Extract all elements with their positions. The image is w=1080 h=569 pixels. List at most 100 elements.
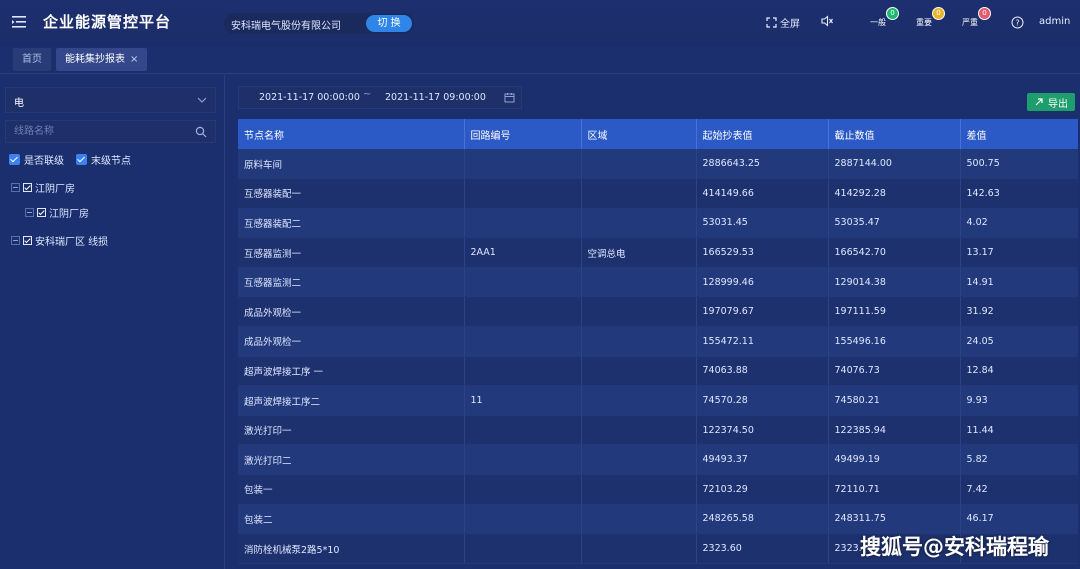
table-cell: 互感器监测二 bbox=[238, 267, 465, 298]
date-range-picker[interactable]: 2021-11-17 00:00:00 ~ 2021-11-17 09:00:0… bbox=[238, 86, 522, 109]
tree-checkbox-icon[interactable] bbox=[23, 236, 32, 245]
table-cell bbox=[581, 178, 697, 209]
table-cell bbox=[581, 326, 697, 357]
table-cell: 414149.66 bbox=[696, 178, 829, 209]
tree-checkbox-icon[interactable] bbox=[23, 183, 32, 192]
table-cell: 2AA1 bbox=[464, 237, 582, 268]
leaf-node-checkbox[interactable]: 末级节点 bbox=[76, 152, 131, 167]
tab-home[interactable]: 首页 bbox=[13, 48, 51, 71]
table-row[interactable]: 超声波焊接工序二 11 74570.28 74580.21 9.93 bbox=[238, 385, 1078, 416]
top-header: 企业能源管控平台 安科瑞电气股份有限公司 切 换 全屏 一般 0 重要 0 严重… bbox=[0, 0, 1080, 46]
table-cell bbox=[464, 474, 582, 505]
search-icon[interactable] bbox=[195, 126, 207, 138]
tree-checkbox-icon[interactable] bbox=[37, 208, 46, 217]
table-row[interactable]: 包装一 72103.29 72110.71 7.42 bbox=[238, 474, 1078, 505]
energy-type-select[interactable]: 电 bbox=[5, 87, 216, 113]
help-icon[interactable]: ? bbox=[1011, 16, 1024, 29]
table-row[interactable]: 互感器监测一 2AA1 空调总电 166529.53 166542.70 13.17 bbox=[238, 237, 1078, 268]
table-row[interactable]: 超声波焊接工序 一 74063.88 74076.73 12.84 bbox=[238, 356, 1078, 387]
tree-expand-icon[interactable] bbox=[25, 208, 34, 217]
alarm-general-count: 0 bbox=[886, 7, 899, 20]
table-row[interactable]: 包装二 248265.58 248311.75 46.17 bbox=[238, 504, 1078, 535]
table-cell: 互感器装配一 bbox=[238, 178, 465, 209]
table-row[interactable]: 激光打印二 49493.37 49499.19 5.82 bbox=[238, 444, 1078, 476]
app-title: 企业能源管控平台 bbox=[43, 13, 172, 31]
table-row[interactable]: 互感器监测二 128999.46 129014.38 14.91 bbox=[238, 267, 1078, 298]
table-cell: 129014.38 bbox=[828, 267, 961, 298]
table-cell bbox=[581, 356, 697, 387]
export-button[interactable]: 导出 bbox=[1027, 93, 1075, 111]
table-cell: 74063.88 bbox=[696, 356, 829, 387]
line-search-input[interactable] bbox=[6, 121, 186, 142]
tree-expand-icon[interactable] bbox=[11, 236, 20, 245]
table-cell: 包装二 bbox=[238, 504, 465, 535]
column-header[interactable]: 截止数值 bbox=[828, 119, 961, 149]
table-row[interactable]: 互感器装配一 414149.66 414292.28 142.63 bbox=[238, 178, 1078, 209]
table-cell bbox=[581, 474, 697, 505]
checkbox-checked-icon bbox=[76, 154, 87, 165]
table-row[interactable]: 激光打印一 122374.50 122385.94 11.44 bbox=[238, 415, 1078, 446]
switch-company-button[interactable]: 切 换 bbox=[366, 15, 412, 32]
table-cell: 122385.94 bbox=[828, 415, 961, 446]
calendar-icon[interactable] bbox=[504, 92, 515, 103]
table-cell bbox=[464, 296, 582, 328]
column-header[interactable]: 区域 bbox=[581, 119, 697, 149]
menu-toggle-icon[interactable] bbox=[10, 13, 28, 31]
table-cell bbox=[464, 415, 582, 446]
table-row[interactable]: 互感器装配二 53031.45 53035.47 4.02 bbox=[238, 208, 1078, 239]
date-end[interactable]: 2021-11-17 09:00:00 bbox=[385, 92, 486, 103]
table-cell: 原料车间 bbox=[238, 149, 465, 180]
alarm-severe-button[interactable]: 严重 0 bbox=[955, 7, 991, 31]
fullscreen-button[interactable]: 全屏 bbox=[766, 15, 800, 30]
table-cell: 14.91 bbox=[960, 267, 1078, 298]
table-cell: 166529.53 bbox=[696, 237, 829, 268]
table-row[interactable]: 原料车间 2886643.25 2887144.00 500.75 bbox=[238, 149, 1078, 180]
tree-node[interactable]: 江阴厂房 bbox=[25, 205, 89, 220]
alarm-important-count: 0 bbox=[932, 7, 945, 20]
cascade-checkbox[interactable]: 是否联级 bbox=[9, 152, 64, 167]
table-cell: 9.93 bbox=[960, 385, 1078, 416]
date-start[interactable]: 2021-11-17 00:00:00 bbox=[259, 92, 360, 103]
mute-sound-icon[interactable] bbox=[820, 14, 834, 28]
date-separator: ~ bbox=[363, 89, 372, 100]
table-cell bbox=[581, 267, 697, 298]
table-cell: 11 bbox=[464, 385, 582, 416]
table-cell bbox=[464, 149, 582, 180]
user-menu[interactable]: admin bbox=[1039, 16, 1070, 27]
column-header[interactable]: 回路编号 bbox=[464, 119, 582, 149]
tab-energy-report[interactable]: 能耗集抄报表 × bbox=[56, 48, 148, 71]
table-cell bbox=[464, 267, 582, 298]
table-cell: 72110.71 bbox=[828, 474, 961, 505]
column-header[interactable]: 节点名称 bbox=[238, 119, 465, 149]
tree-expand-icon[interactable] bbox=[11, 183, 20, 192]
table-cell: 53035.47 bbox=[828, 208, 961, 239]
table-cell: 激光打印一 bbox=[238, 415, 465, 446]
tree-node[interactable]: 安科瑞厂区 线损 bbox=[11, 233, 108, 248]
table-cell: 互感器装配二 bbox=[238, 208, 465, 239]
tree-node[interactable]: 江阴厂房 bbox=[11, 180, 75, 195]
table-cell: 74570.28 bbox=[696, 385, 829, 416]
table-cell: 31.92 bbox=[960, 296, 1078, 328]
table-cell: 成品外观检一 bbox=[238, 296, 465, 328]
table-cell: 5.82 bbox=[960, 444, 1078, 476]
table-cell: 155472.11 bbox=[696, 326, 829, 357]
table-cell: 24.05 bbox=[960, 326, 1078, 357]
alarm-important-button[interactable]: 重要 0 bbox=[909, 7, 945, 31]
table-cell: 超声波焊接工序 一 bbox=[238, 356, 465, 387]
table-row[interactable]: 成品外观检一 197079.67 197111.59 31.92 bbox=[238, 296, 1078, 328]
table-cell: 197111.59 bbox=[828, 296, 961, 328]
column-header[interactable]: 差值 bbox=[960, 119, 1078, 149]
export-icon bbox=[1035, 98, 1043, 106]
table-cell bbox=[581, 296, 697, 328]
table-cell: 128999.46 bbox=[696, 267, 829, 298]
alarm-general-button[interactable]: 一般 0 bbox=[863, 7, 899, 31]
table-row[interactable]: 成品外观检一 155472.11 155496.16 24.05 bbox=[238, 326, 1078, 357]
tab-close-icon[interactable]: × bbox=[130, 54, 138, 65]
line-search bbox=[5, 120, 216, 143]
table-cell: 2886643.25 bbox=[696, 149, 829, 180]
alarm-general-label: 一般 bbox=[870, 18, 886, 27]
table-cell bbox=[464, 178, 582, 209]
column-header[interactable]: 起始抄表值 bbox=[696, 119, 829, 149]
table-cell: 414292.28 bbox=[828, 178, 961, 209]
company-name: 安科瑞电气股份有限公司 bbox=[231, 21, 341, 32]
